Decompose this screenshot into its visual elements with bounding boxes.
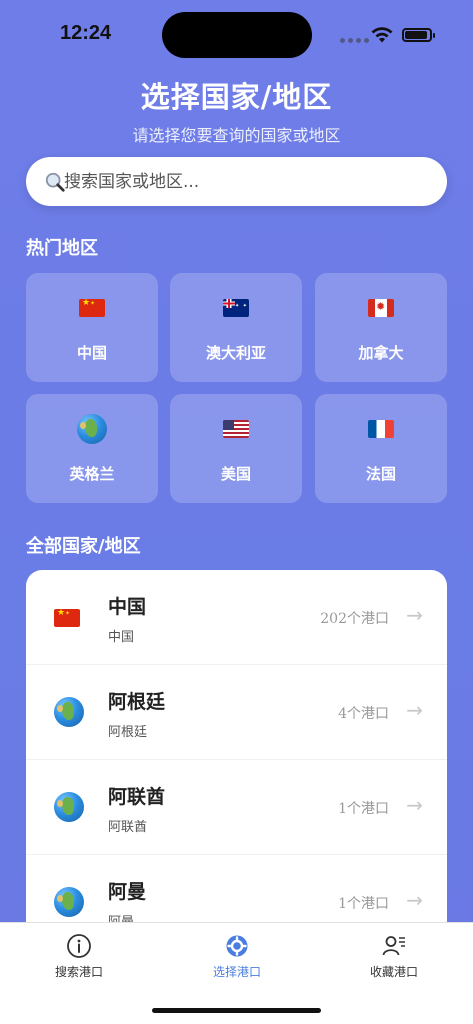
- status-time: 12:24: [60, 22, 112, 44]
- page-subtitle: 请选择您要查询的国家或地区: [132, 126, 341, 145]
- hot-region-australia[interactable]: 澳大利亚: [170, 273, 302, 382]
- globe-icon: [77, 414, 107, 444]
- list-item[interactable]: 阿根廷 阿根廷 4个港口 →: [26, 665, 447, 760]
- hot-section-title: 热门地区: [26, 238, 98, 259]
- dynamic-island: [162, 12, 312, 58]
- port-count: 4个港口: [338, 706, 389, 722]
- tab-select-ports[interactable]: 选择港口: [177, 933, 297, 980]
- page-title: 选择国家/地区: [140, 80, 333, 114]
- country-name: 阿根廷: [108, 691, 166, 713]
- arrow-right-icon: →: [406, 888, 423, 912]
- country-name: 阿联酋: [108, 786, 166, 808]
- all-section-title: 全部国家/地区: [26, 536, 141, 557]
- arrow-right-icon: →: [406, 793, 423, 817]
- hot-region-france[interactable]: 法国: [315, 394, 447, 503]
- info-circle-icon: [67, 934, 91, 958]
- port-count: 202个港口: [320, 611, 389, 627]
- list-item[interactable]: 阿联酋 阿联酋 1个港口 →: [26, 760, 447, 855]
- status-bar: 12:24: [0, 0, 473, 70]
- china-flag-icon: [54, 608, 80, 627]
- hot-region-label: 美国: [220, 465, 251, 483]
- gear-icon: [226, 935, 248, 957]
- hot-region-label: 澳大利亚: [205, 344, 266, 362]
- globe-icon: [54, 697, 84, 727]
- country-name: 阿曼: [108, 881, 147, 903]
- hot-region-china[interactable]: 中国: [26, 273, 158, 382]
- country-subname: 阿根廷: [108, 725, 148, 740]
- hot-region-label: 中国: [76, 344, 107, 362]
- hot-region-canada[interactable]: 加拿大: [315, 273, 447, 382]
- arrow-right-icon: →: [406, 603, 423, 627]
- hot-region-label: 英格兰: [69, 465, 115, 483]
- tab-favorite-ports[interactable]: 收藏港口: [334, 933, 454, 980]
- hot-region-usa[interactable]: 美国: [170, 394, 302, 503]
- country-list[interactable]: 中国 中国 202个港口 → 阿根廷 阿根廷 4个港口 → 阿联酋 阿联酋 1个…: [26, 570, 447, 930]
- list-item[interactable]: 中国 中国 202个港口 →: [26, 570, 447, 665]
- user-list-icon: [382, 936, 405, 956]
- tab-search-ports[interactable]: 搜索港口: [19, 933, 139, 980]
- canada-flag-icon: [368, 298, 394, 317]
- country-name: 中国: [108, 596, 147, 618]
- australia-flag-icon: [223, 298, 249, 317]
- wifi-icon: [371, 27, 393, 43]
- globe-icon: [54, 887, 84, 917]
- search-bar[interactable]: [26, 157, 447, 206]
- china-flag-icon: [79, 298, 105, 317]
- hot-region-label: 加拿大: [358, 344, 404, 362]
- battery-icon: [402, 28, 435, 42]
- tab-label: 选择港口: [212, 965, 261, 979]
- home-indicator: [152, 1008, 321, 1013]
- hot-region-england[interactable]: 英格兰: [26, 394, 158, 503]
- france-flag-icon: [368, 419, 394, 438]
- port-count: 1个港口: [338, 801, 389, 817]
- country-subname: 中国: [108, 630, 135, 645]
- arrow-right-icon: →: [406, 698, 423, 722]
- search-icon: [45, 172, 65, 192]
- list-item[interactable]: 阿曼 阿曼 1个港口 →: [26, 855, 447, 930]
- usa-flag-icon: [223, 419, 249, 438]
- port-count: 1个港口: [338, 896, 389, 912]
- tab-label: 搜索港口: [54, 965, 103, 979]
- tab-label: 收藏港口: [369, 965, 418, 979]
- globe-icon: [54, 792, 84, 822]
- hot-region-label: 法国: [365, 465, 396, 483]
- search-input[interactable]: [64, 169, 434, 195]
- cellular-signal-icon: [340, 38, 369, 43]
- country-subname: 阿联酋: [108, 820, 148, 835]
